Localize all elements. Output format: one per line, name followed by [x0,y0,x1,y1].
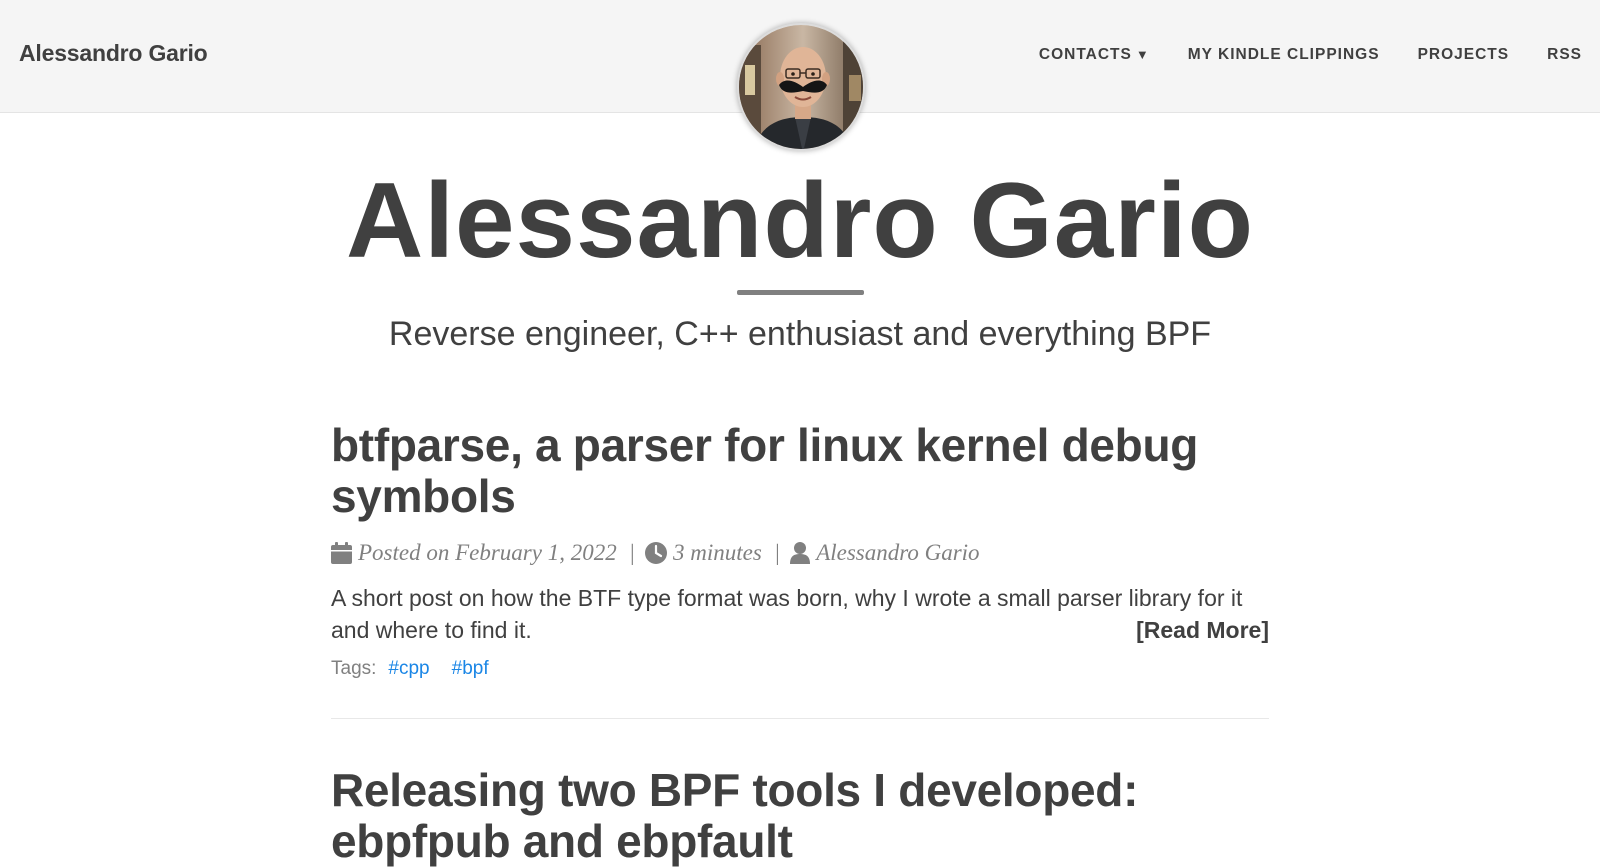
post-tags: Tags: #cpp #bpf [331,658,1269,680]
tag-link-bpf[interactable]: #bpf [452,658,489,680]
post-preview: btfparse, a parser for linux kernel debu… [331,420,1269,719]
tag-link-cpp[interactable]: #cpp [388,658,429,680]
nav-contacts-dropdown[interactable]: CONTACTS ▼ [1039,46,1150,64]
post-excerpt-block: A short post on how the BTF type format … [331,582,1269,646]
tags-label: Tags: [331,658,377,679]
post-list: btfparse, a parser for linux kernel debu… [331,420,1269,867]
site-title: Alessandro Gario [346,160,1254,280]
post-author: Alessandro Gario [816,540,980,565]
nav-rss[interactable]: RSS [1547,46,1582,64]
post-meta: Posted on February 1, 2022 | 3 minutes |… [331,539,1269,567]
meta-separator: | [628,540,636,565]
avatar-portrait-image [739,25,863,149]
post-title-link[interactable]: Releasing two BPF tools I developed: ebp… [331,765,1269,867]
nav-contacts-label: CONTACTS [1038,46,1132,63]
read-more-link[interactable]: [Read More] [1136,614,1269,646]
user-icon [790,542,811,564]
post-excerpt: A short post on how the BTF type format … [331,585,1243,643]
post-preview: Releasing two BPF tools I developed: ebp… [331,765,1269,867]
chevron-down-icon: ▼ [1135,47,1150,62]
site-subtitle: Reverse engineer, C++ enthusiast and eve… [388,315,1212,353]
clock-icon [645,542,668,564]
nav-projects[interactable]: PROJECTS [1418,46,1510,64]
post-date: Posted on February 1, 2022 [358,540,617,565]
post-divider [331,718,1269,719]
post-title-link[interactable]: btfparse, a parser for linux kernel debu… [331,420,1269,522]
site-brand-link[interactable]: Alessandro Gario [19,40,208,67]
heading-divider [737,290,864,295]
meta-separator: | [773,540,781,565]
calendar-icon [331,542,352,564]
avatar[interactable] [737,23,865,151]
post-reading-time: 3 minutes [673,540,762,565]
nav-kindle-clippings[interactable]: MY KINDLE CLIPPINGS [1188,46,1380,64]
nav-links: CONTACTS ▼ MY KINDLE CLIPPINGS PROJECTS R… [1039,46,1582,64]
